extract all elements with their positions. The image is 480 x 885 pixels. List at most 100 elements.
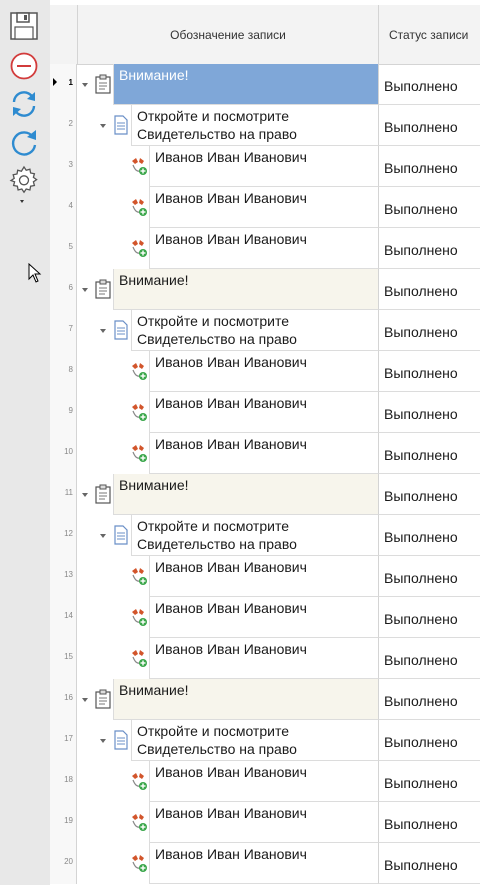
table-row[interactable]: 18 Иванов Иван Иванович Выполнено <box>50 761 480 802</box>
row-number-cell[interactable]: 14 <box>50 597 77 638</box>
table-row[interactable]: 11 Внимание! Выполнено <box>50 474 480 515</box>
status-cell[interactable]: Выполнено <box>378 228 480 269</box>
grid-header: Обозначение записи Статус записи <box>50 5 480 65</box>
table-row[interactable]: 16 Внимание! Выполнено <box>50 679 480 720</box>
row-number-cell[interactable]: 13 <box>50 556 77 597</box>
row-number-cell[interactable]: 8 <box>50 351 77 392</box>
name-cell[interactable]: Иванов Иван Иванович <box>149 392 378 433</box>
status-cell[interactable]: Выполнено <box>378 187 480 228</box>
row-number-cell[interactable]: 5 <box>50 228 77 269</box>
save-icon[interactable] <box>6 8 42 44</box>
expand-toggle-icon[interactable] <box>100 739 106 743</box>
table-row[interactable]: 9 Иванов Иван Иванович Выполнено <box>50 392 480 433</box>
expand-toggle-icon[interactable] <box>82 83 88 87</box>
name-cell[interactable]: Внимание! <box>113 269 378 310</box>
row-number-cell[interactable]: 10 <box>50 433 77 474</box>
settings-icon[interactable] <box>6 162 42 198</box>
name-cell[interactable]: Откройте и посмотрите Свидетельство на п… <box>131 515 378 556</box>
status-cell[interactable]: Выполнено <box>378 843 480 884</box>
name-cell[interactable]: Иванов Иван Иванович <box>149 843 378 884</box>
name-cell[interactable]: Откройте и посмотрите Свидетельство на п… <box>131 720 378 761</box>
name-cell[interactable]: Иванов Иван Иванович <box>149 351 378 392</box>
name-cell[interactable]: Внимание! <box>113 679 378 720</box>
table-row[interactable]: 14 Иванов Иван Иванович Выполнено <box>50 597 480 638</box>
column-header-name[interactable]: Обозначение записи <box>78 5 379 64</box>
table-row[interactable]: 3 Иванов Иван Иванович Выполнено <box>50 146 480 187</box>
status-cell[interactable]: Выполнено <box>378 64 480 105</box>
expand-toggle-icon[interactable] <box>82 288 88 292</box>
name-cell[interactable]: Иванов Иван Иванович <box>149 228 378 269</box>
table-row[interactable]: 6 Внимание! Выполнено <box>50 269 480 310</box>
name-cell[interactable]: Иванов Иван Иванович <box>149 802 378 843</box>
row-number-cell[interactable]: 4 <box>50 187 77 228</box>
status-cell[interactable]: Выполнено <box>378 146 480 187</box>
table-row[interactable]: 8 Иванов Иван Иванович Выполнено <box>50 351 480 392</box>
redo-icon[interactable] <box>6 125 42 161</box>
status-cell[interactable]: Выполнено <box>378 638 480 679</box>
row-number-cell[interactable]: 20 <box>50 843 77 884</box>
name-cell[interactable]: Иванов Иван Иванович <box>149 761 378 802</box>
settings-dropdown-arrow[interactable] <box>20 200 24 203</box>
row-number-cell[interactable]: 19 <box>50 802 77 843</box>
status-cell[interactable]: Выполнено <box>378 802 480 843</box>
table-row[interactable]: 15 Иванов Иван Иванович Выполнено <box>50 638 480 679</box>
row-number-cell[interactable]: 2 <box>50 105 77 146</box>
table-row[interactable]: 2 Откройте и посмотрите Свидетельство на … <box>50 105 480 146</box>
row-number: 5 <box>68 242 73 251</box>
row-number-cell[interactable]: 18 <box>50 761 77 802</box>
table-row[interactable]: 4 Иванов Иван Иванович Выполнено <box>50 187 480 228</box>
table-row[interactable]: 20 Иванов Иван Иванович Выполнено <box>50 843 480 884</box>
name-cell[interactable]: Иванов Иван Иванович <box>149 556 378 597</box>
name-cell[interactable]: Откройте и посмотрите Свидетельство на п… <box>131 310 378 351</box>
status-cell[interactable]: Выполнено <box>378 679 480 720</box>
status-cell[interactable]: Выполнено <box>378 433 480 474</box>
status-cell[interactable]: Выполнено <box>378 310 480 351</box>
name-cell[interactable]: Внимание! <box>113 474 378 515</box>
table-row[interactable]: 19 Иванов Иван Иванович Выполнено <box>50 802 480 843</box>
status-cell[interactable]: Выполнено <box>378 761 480 802</box>
row-number-cell[interactable]: 7 <box>50 310 77 351</box>
table-row[interactable]: 10 Иванов Иван Иванович Выполнено <box>50 433 480 474</box>
status-cell[interactable]: Выполнено <box>378 556 480 597</box>
row-number-cell[interactable]: 17 <box>50 720 77 761</box>
status-cell[interactable]: Выполнено <box>378 515 480 556</box>
status-cell[interactable]: Выполнено <box>378 269 480 310</box>
person-add-icon <box>129 156 149 176</box>
expand-toggle-icon[interactable] <box>100 329 106 333</box>
cancel-icon[interactable] <box>6 48 42 84</box>
name-cell[interactable]: Иванов Иван Иванович <box>149 597 378 638</box>
status-cell[interactable]: Выполнено <box>378 597 480 638</box>
name-cell[interactable]: Внимание! <box>113 64 378 105</box>
status-cell[interactable]: Выполнено <box>378 474 480 515</box>
table-row[interactable]: 1 Внимание! Выполнено <box>50 64 480 105</box>
table-row[interactable]: 17 Откройте и посмотрите Свидетельство на… <box>50 720 480 761</box>
row-number-cell[interactable]: 12 <box>50 515 77 556</box>
expand-toggle-icon[interactable] <box>100 124 106 128</box>
row-number-cell[interactable]: 16 <box>50 679 77 720</box>
name-cell[interactable]: Иванов Иван Иванович <box>149 146 378 187</box>
status-cell[interactable]: Выполнено <box>378 105 480 146</box>
row-number-cell[interactable]: 6 <box>50 269 77 310</box>
expand-toggle-icon[interactable] <box>82 493 88 497</box>
row-number-cell[interactable]: 11 <box>50 474 77 515</box>
table-row[interactable]: 5 Иванов Иван Иванович Выполнено <box>50 228 480 269</box>
expand-toggle-icon[interactable] <box>82 698 88 702</box>
table-row[interactable]: 12 Откройте и посмотрите Свидетельство на… <box>50 515 480 556</box>
status-cell[interactable]: Выполнено <box>378 392 480 433</box>
row-number-cell[interactable]: 15 <box>50 638 77 679</box>
row-number-cell[interactable]: 9 <box>50 392 77 433</box>
name-cell[interactable]: Иванов Иван Иванович <box>149 187 378 228</box>
status-cell[interactable]: Выполнено <box>378 720 480 761</box>
row-number: 14 <box>64 611 73 620</box>
expand-toggle-icon[interactable] <box>100 534 106 538</box>
name-cell[interactable]: Откройте и посмотрите Свидетельство на п… <box>131 105 378 146</box>
table-row[interactable]: 13 Иванов Иван Иванович Выполнено <box>50 556 480 597</box>
status-cell[interactable]: Выполнено <box>378 351 480 392</box>
refresh-icon[interactable] <box>6 86 42 122</box>
name-cell[interactable]: Иванов Иван Иванович <box>149 433 378 474</box>
column-header-status[interactable]: Статус записи <box>379 5 480 64</box>
row-number-cell[interactable]: 3 <box>50 146 77 187</box>
row-number-cell[interactable]: 1 <box>50 64 77 105</box>
name-cell[interactable]: Иванов Иван Иванович <box>149 638 378 679</box>
table-row[interactable]: 7 Откройте и посмотрите Свидетельство на … <box>50 310 480 351</box>
